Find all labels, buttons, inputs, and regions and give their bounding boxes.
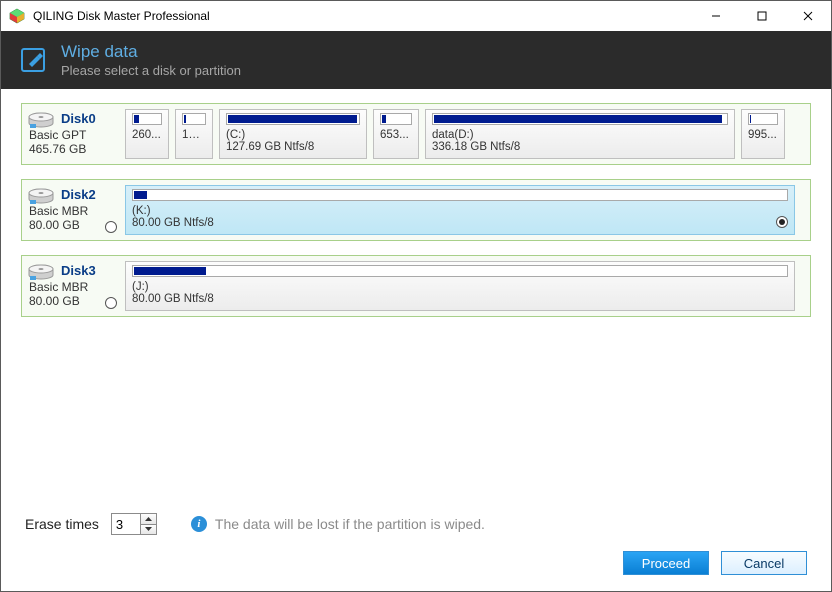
erase-row: Erase times i The data will be lost if t…	[1, 503, 831, 543]
disk-radio[interactable]	[105, 297, 117, 309]
disk-name: Disk2	[61, 187, 115, 202]
usage-bar	[226, 113, 360, 125]
disk-size: 80.00 GB	[29, 294, 115, 308]
page-header: Wipe data Please select a disk or partit…	[1, 31, 831, 89]
app-icon	[9, 8, 25, 24]
partition[interactable]: data(D:)336.18 GB Ntfs/8	[425, 109, 735, 159]
erase-times-input[interactable]	[112, 514, 140, 534]
usage-bar	[132, 113, 162, 125]
wipe-icon	[19, 46, 47, 74]
partition-list: 260... 16.... (C:)127.69 GB Ntfs/8 653... da…	[125, 109, 805, 159]
disk-radio[interactable]	[105, 221, 117, 233]
usage-bar	[432, 113, 728, 125]
info-text: The data will be lost if the partition i…	[215, 516, 485, 532]
erase-times-label: Erase times	[25, 516, 99, 532]
partition-info: 260...	[132, 129, 162, 141]
partition-label: (C:)	[226, 129, 360, 141]
partition-info: 16....	[182, 129, 206, 141]
disk-size: 465.76 GB	[29, 142, 115, 156]
partition[interactable]: 16....	[175, 109, 213, 159]
disk-row[interactable]: Disk2 Basic MBR80.00 GB (K:)80.00 GB Ntfs/…	[21, 179, 811, 241]
usage-bar	[132, 265, 788, 277]
proceed-button[interactable]: Proceed	[623, 551, 709, 575]
page-subtitle: Please select a disk or partition	[61, 63, 241, 78]
button-row: Proceed Cancel	[1, 543, 831, 591]
partition[interactable]: (J:)80.00 GB Ntfs/8	[125, 261, 795, 311]
partition-list: (J:)80.00 GB Ntfs/8	[125, 261, 805, 311]
disk-header: Disk2 Basic MBR80.00 GB	[27, 185, 115, 235]
partition-label: data(D:)	[432, 129, 728, 141]
info-icon: i	[191, 516, 207, 532]
partition-info: 995...	[748, 129, 778, 141]
disk-row[interactable]: Disk3 Basic MBR80.00 GB (J:)80.00 GB Ntfs/…	[21, 255, 811, 317]
partition-radio[interactable]	[776, 216, 788, 228]
partition-info: 127.69 GB Ntfs/8	[226, 141, 360, 153]
partition-list: (K:)80.00 GB Ntfs/8	[125, 185, 805, 235]
partition[interactable]: 995...	[741, 109, 785, 159]
app-window: QILING Disk Master Professional Wipe dat…	[0, 0, 832, 592]
disk-size: 80.00 GB	[29, 218, 115, 232]
disk-row[interactable]: Disk0 Basic GPT465.76 GB 260... 16.... (C:)1…	[21, 103, 811, 165]
partition-label: (J:)	[132, 281, 788, 293]
minimize-button[interactable]	[693, 1, 739, 31]
partition-info: 653...	[380, 129, 412, 141]
usage-bar	[132, 189, 788, 201]
title-text: QILING Disk Master Professional	[33, 9, 693, 23]
disk-type: Basic MBR	[29, 280, 115, 294]
partition[interactable]: 260...	[125, 109, 169, 159]
partition-info: 80.00 GB Ntfs/8	[132, 293, 788, 305]
erase-times-spinner[interactable]	[111, 513, 157, 535]
partition-info: 80.00 GB Ntfs/8	[132, 217, 788, 229]
usage-bar	[182, 113, 206, 125]
spinner-up-button[interactable]	[141, 514, 156, 525]
page-title: Wipe data	[61, 42, 241, 62]
close-button[interactable]	[785, 1, 831, 31]
spinner-down-button[interactable]	[141, 525, 156, 535]
partition-label: (K:)	[132, 205, 788, 217]
disk-list: Disk0 Basic GPT465.76 GB 260... 16.... (C:)1…	[1, 89, 831, 503]
disk-icon	[27, 264, 55, 282]
usage-bar	[380, 113, 412, 125]
maximize-button[interactable]	[739, 1, 785, 31]
disk-type: Basic GPT	[29, 128, 115, 142]
usage-bar	[748, 113, 778, 125]
disk-icon	[27, 112, 55, 130]
cancel-button[interactable]: Cancel	[721, 551, 807, 575]
disk-name: Disk3	[61, 263, 115, 278]
disk-header: Disk3 Basic MBR80.00 GB	[27, 261, 115, 311]
partition[interactable]: (C:)127.69 GB Ntfs/8	[219, 109, 367, 159]
disk-type: Basic MBR	[29, 204, 115, 218]
disk-name: Disk0	[61, 111, 115, 126]
partition-info: 336.18 GB Ntfs/8	[432, 141, 728, 153]
disk-header: Disk0 Basic GPT465.76 GB	[27, 109, 115, 159]
partition[interactable]: 653...	[373, 109, 419, 159]
disk-icon	[27, 188, 55, 206]
title-bar: QILING Disk Master Professional	[1, 1, 831, 31]
partition[interactable]: (K:)80.00 GB Ntfs/8	[125, 185, 795, 235]
